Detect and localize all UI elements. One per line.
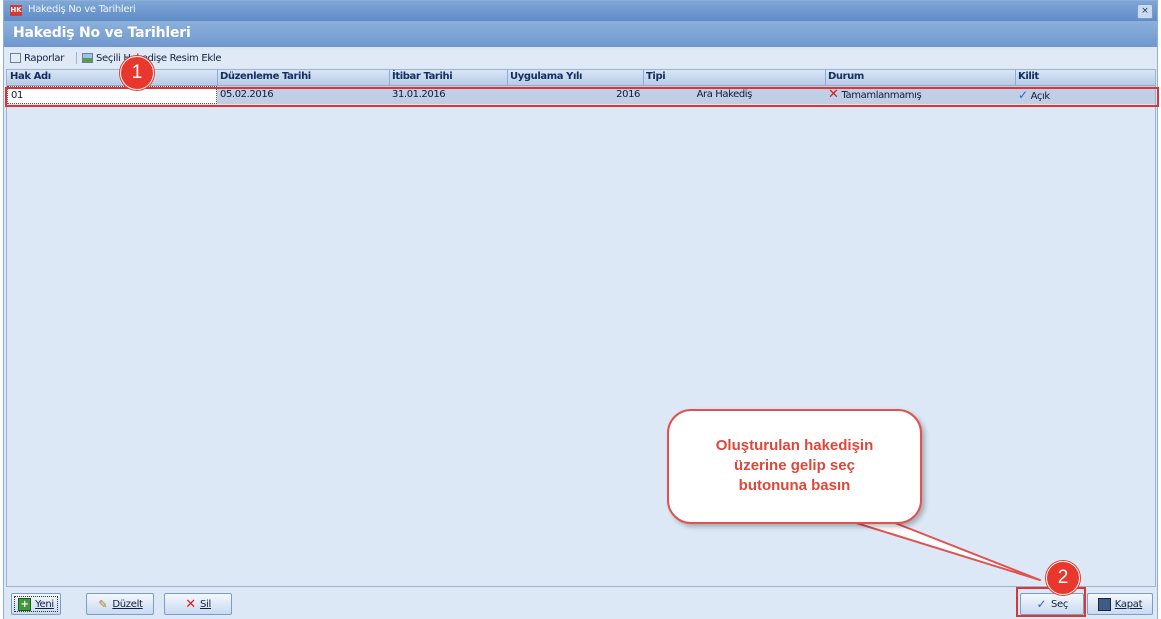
step-badge-2: 2 [1046, 561, 1080, 595]
callout-line: butonuna basın [738, 477, 851, 494]
callout-line: Oluşturulan hakedişin [715, 437, 874, 454]
callout-pointer [839, 517, 1041, 581]
select-button-highlight-box [1016, 587, 1086, 617]
callout-line: üzerine gelip seç [734, 457, 855, 474]
instruction-callout: Oluşturulan hakedişin üzerine gelip seç … [667, 409, 922, 524]
callout-text: Oluşturulan hakedişin üzerine gelip seç … [669, 436, 920, 496]
